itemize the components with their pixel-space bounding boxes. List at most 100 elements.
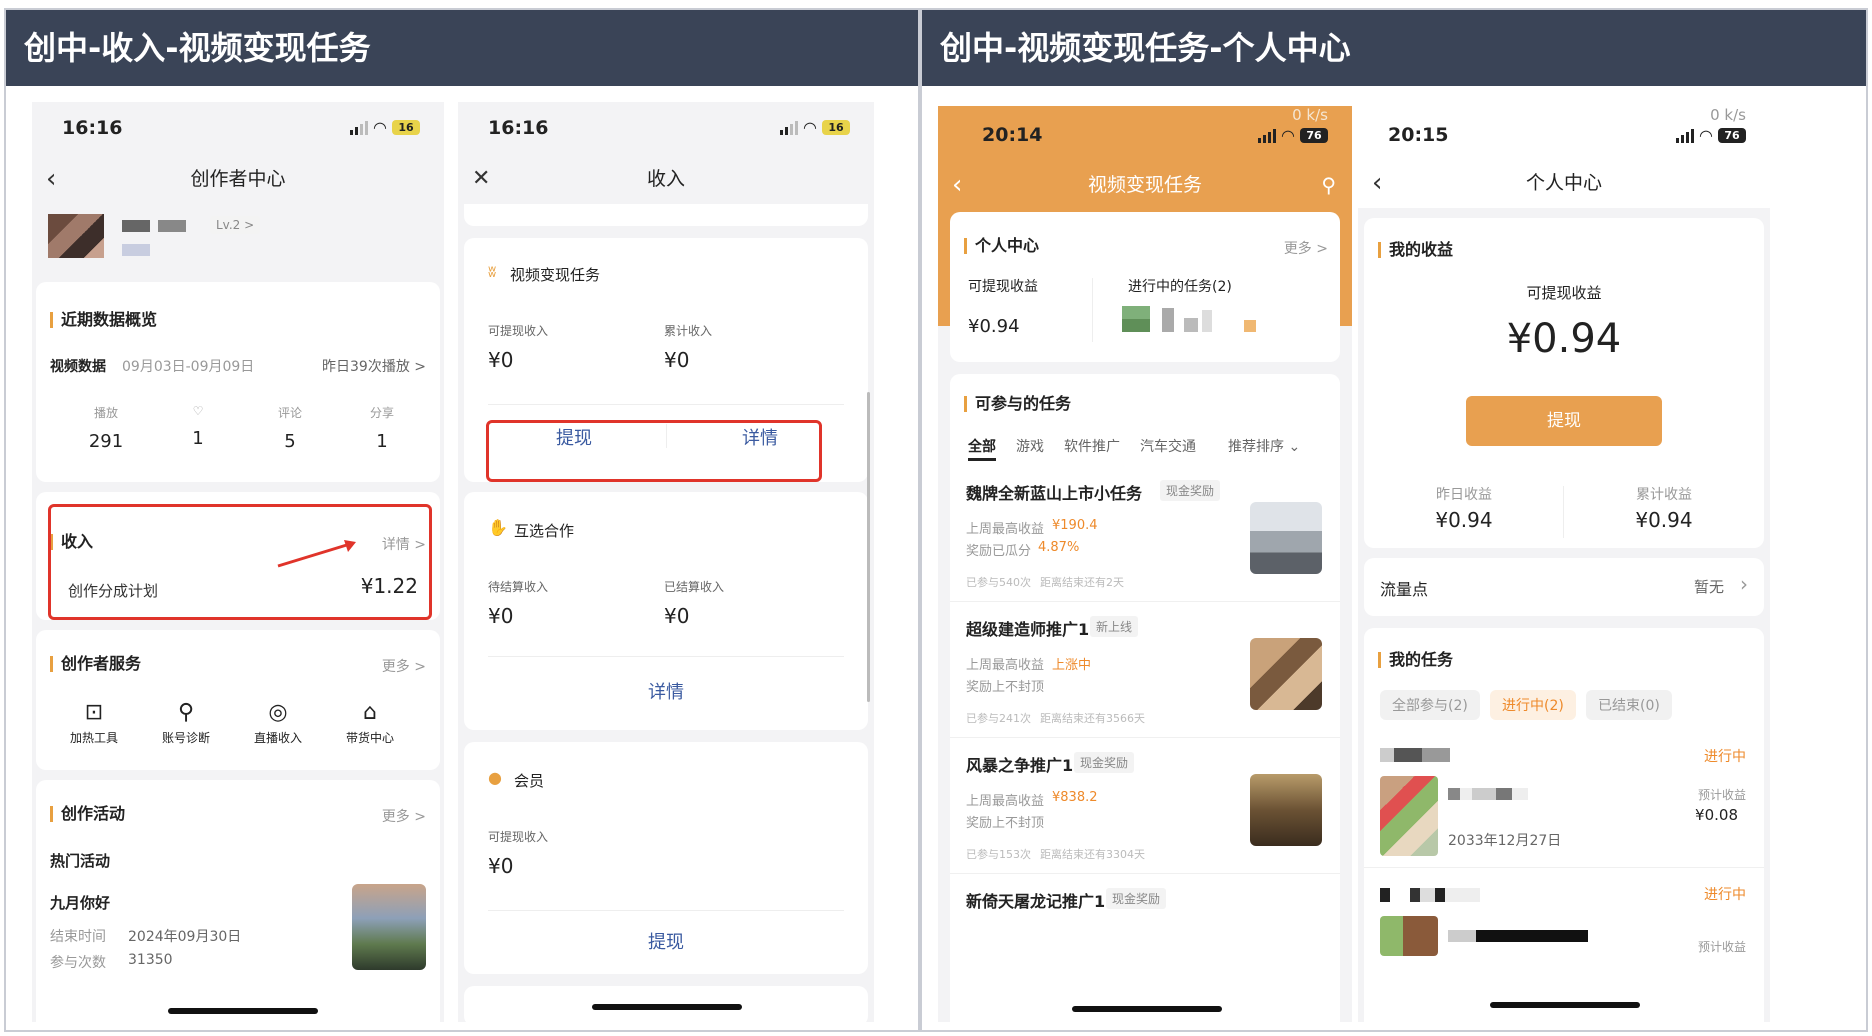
close-icon[interactable]: ✕ xyxy=(472,154,490,204)
profile-blur xyxy=(122,244,150,256)
yesterday-plays-link[interactable]: 昨日39次播放 > xyxy=(322,356,426,376)
task-title-blur xyxy=(1448,788,1528,800)
services-card: 创作者服务 更多 > ⊡ 加热工具 ⚲ 账号诊断 ◎ 直播收入 ⌂ 带货中心 xyxy=(36,630,440,770)
task-thumbnail xyxy=(1250,638,1322,710)
task-item[interactable]: 魏牌全新蓝山上市小任务 现金奖励 上周最高收益 ¥190.4 奖励已瓜分 4.8… xyxy=(950,468,1340,602)
signal-icon xyxy=(1676,128,1695,143)
back-icon[interactable]: ‹ xyxy=(1372,158,1382,208)
personal-more-link[interactable]: 更多 > xyxy=(1284,238,1328,258)
task-label-2: 奖励上不封顶 xyxy=(966,816,1045,831)
service-heat-tool[interactable]: ⊡ 加热工具 xyxy=(62,700,126,746)
divider-vertical xyxy=(1563,486,1564,538)
task-item[interactable]: 超级建造师推广1 新上线 上周最高收益 上涨中 奖励上不封顶 已参与241次 距… xyxy=(950,604,1340,738)
arrow-annotation xyxy=(277,540,356,568)
sort-dropdown[interactable]: 推荐排序 ⌄ xyxy=(1228,436,1300,456)
tab-auto[interactable]: 汽车交通 xyxy=(1140,436,1196,456)
nav-title: 个人中心 xyxy=(1525,172,1602,194)
status-bar: 20:14 0 k/s ◠ 76 xyxy=(938,106,1352,158)
withdrawable-value: ¥0.94 xyxy=(968,316,1020,337)
highlight-income xyxy=(48,504,432,620)
hot-activity-label: 热门活动 xyxy=(50,852,111,870)
service-live-income[interactable]: ◎ 直播收入 xyxy=(246,700,310,746)
wifi-icon: ◠ xyxy=(1699,126,1713,145)
service-commerce[interactable]: ⌂ 带货中心 xyxy=(338,700,402,746)
task-avatar-blur-3 xyxy=(1184,318,1198,332)
task-participants: 已参与241次 xyxy=(966,712,1031,725)
stat-share: 分享 1 xyxy=(369,406,394,452)
task-participants: 已参与540次 xyxy=(966,576,1031,589)
nav-bar: ✕ 收入 xyxy=(458,154,874,204)
task-remaining: 距离结束还有3566天 xyxy=(1040,712,1145,725)
back-icon[interactable]: ‹ xyxy=(952,160,962,210)
phone-personal-center: 20:15 0 k/s ◠ 76 ‹ 个人中心 我的收益 可提现收益 ¥0.94 … xyxy=(1358,106,1770,1022)
overview-card: 近期数据概览 视频数据 09月03日-09月09日 昨日39次播放 > 播放 29… xyxy=(36,282,440,482)
task-participants: 已参与153次 xyxy=(966,848,1031,861)
services-more-link[interactable]: 更多 > xyxy=(382,656,426,676)
mutual-detail-button[interactable]: 详情 xyxy=(488,678,844,704)
filter-all[interactable]: 全部参与(2) xyxy=(1380,690,1480,720)
est-earnings-label: 预计收益 xyxy=(1697,940,1746,954)
my-task-item[interactable]: 进行中 预计收益 ¥0.08 2033年12月27日 xyxy=(1364,732,1764,868)
left-panel: 创中-收入-视频变现任务 16:16 ◠ 16 ‹ 创作者中心 Lv.2 > 近期… xyxy=(4,8,920,1032)
task-tag: 新上线 xyxy=(1090,616,1139,637)
activity-name[interactable]: 九月你好 xyxy=(50,892,110,913)
phone-video-tasks: 20:14 0 k/s ◠ 76 ‹ 视频变现任务 ⚲ 个人中心 更多 > 可提现… xyxy=(938,106,1352,1022)
est-earnings-value: ¥0.08 xyxy=(1695,806,1738,824)
task-avatar-blur-4 xyxy=(1202,310,1212,332)
back-icon[interactable]: ‹ xyxy=(46,154,56,204)
stat-comment: 评论 5 xyxy=(277,406,302,452)
task-item[interactable]: 新倚天屠龙记推广1 现金奖励 xyxy=(950,876,1340,936)
traffic-points-row[interactable]: 流量点 暂无 › xyxy=(1364,558,1764,616)
nav-bar: ‹ 创作者中心 xyxy=(32,154,444,204)
activity-more-link[interactable]: 更多 > xyxy=(382,806,426,826)
task-status: 进行中 xyxy=(1704,887,1746,903)
nav-title: 收入 xyxy=(646,168,685,190)
task-name: 新倚天屠龙记推广1 xyxy=(966,892,1106,911)
stat-play: 播放 291 xyxy=(88,406,124,452)
date-range: 09月03日-09月09日 xyxy=(122,359,255,375)
heart-icon: ♡ xyxy=(192,404,204,418)
chevron-right-icon: › xyxy=(1740,572,1748,596)
activity-thumbnail[interactable] xyxy=(352,884,426,970)
task-title-blur xyxy=(1448,930,1588,942)
personal-center-card[interactable]: 个人中心 更多 > 可提现收益 ¥0.94 进行中的任务(2) xyxy=(950,212,1340,362)
username-blur xyxy=(122,220,150,232)
scrolled-card-edge xyxy=(464,204,868,226)
tab-all[interactable]: 全部 xyxy=(968,436,996,456)
home-indicator xyxy=(168,1008,318,1014)
task-thumbnail-blur xyxy=(1380,916,1438,956)
overview-title: 近期数据概览 xyxy=(50,312,157,328)
search-icon[interactable]: ⚲ xyxy=(1321,160,1336,210)
task-item[interactable]: 风暴之争推广1 现金奖励 上周最高收益 ¥838.2 奖励上不封顶 已参与153… xyxy=(950,740,1340,874)
tab-software[interactable]: 软件推广 xyxy=(1064,436,1120,456)
filter-ended[interactable]: 已结束(0) xyxy=(1586,690,1672,720)
status-bar: 20:15 0 k/s ◠ 76 xyxy=(1358,106,1770,158)
activity-title: 创作活动 xyxy=(50,806,125,822)
home-indicator xyxy=(1490,1002,1640,1008)
my-task-item[interactable]: 进行中 预计收益 xyxy=(1364,868,1764,988)
highlight-video-buttons xyxy=(486,420,822,482)
withdrawable-label: 可提现收益 xyxy=(968,279,1038,295)
nav-title: 创作者中心 xyxy=(190,168,286,190)
member-withdraw-button[interactable]: 提现 xyxy=(488,928,844,954)
task-avatar-blur-5 xyxy=(1244,320,1256,332)
yesterday-value: ¥0.94 xyxy=(1435,508,1493,532)
mutual-title: 互选合作 xyxy=(514,522,575,540)
scrollbar[interactable] xyxy=(867,392,870,702)
handshake-icon: ✋ xyxy=(488,518,508,537)
service-account-diagnosis[interactable]: ⚲ 账号诊断 xyxy=(154,700,218,746)
tab-games[interactable]: 游戏 xyxy=(1016,436,1044,456)
avatar[interactable] xyxy=(48,214,104,258)
task-label-1: 上周最高收益 xyxy=(966,522,1045,537)
status-bar: 16:16 ◠ 16 xyxy=(458,102,874,154)
participants-count: 31350 xyxy=(128,952,173,968)
filter-ongoing[interactable]: 进行中(2) xyxy=(1490,690,1576,720)
activity-card: 创作活动 更多 > 热门活动 九月你好 结束时间 2024年09月30日 参与次… xyxy=(36,780,440,1022)
home-indicator xyxy=(592,1004,742,1010)
task-value-1: ¥838.2 xyxy=(1052,790,1098,805)
mutual-card: ✋ 互选合作 待结算收入 已结算收入 ¥0 ¥0 详情 xyxy=(464,492,868,730)
withdraw-button[interactable]: 提现 xyxy=(1466,396,1662,446)
phone-income: 16:16 ◠ 16 ✕ 收入 ʬ 视频变现任务 可提现收入 累计收入 ¥0 ¥0… xyxy=(458,102,874,1022)
total-label: 累计收益 xyxy=(1636,487,1692,503)
level-badge[interactable]: Lv.2 > xyxy=(210,216,261,234)
